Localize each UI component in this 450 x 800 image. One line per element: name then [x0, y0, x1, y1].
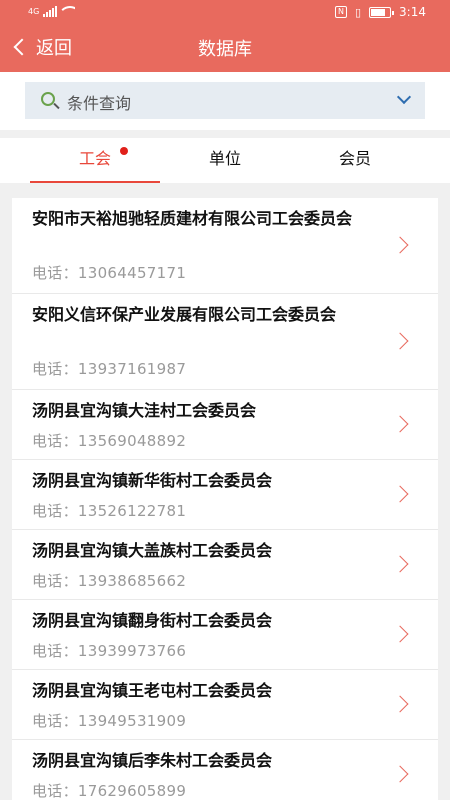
nfc-icon: N	[334, 6, 347, 18]
battery-icon	[369, 6, 395, 18]
tab-unit[interactable]: 单位	[160, 138, 290, 183]
list-item[interactable]: 汤阴县宜沟镇新华街村工会委员会 电话：13526122781	[12, 460, 438, 530]
phone-number: 13937161987	[77, 360, 187, 378]
search-section: 条件查询	[0, 72, 450, 130]
item-phone: 电话：13526122781	[32, 500, 186, 521]
item-name: 汤阴县宜沟镇翻身街村工会委员会	[32, 611, 273, 630]
page-title: 数据库	[198, 39, 252, 60]
item-phone: 电话：13937161987	[32, 358, 186, 379]
search-icon	[41, 92, 55, 106]
wifi-icon	[61, 6, 76, 17]
item-phone: 电话：13064457171	[32, 262, 186, 283]
phone-prefix: 电话：	[32, 572, 78, 590]
union-list: 安阳市天裕旭驰轻质建材有限公司工会委员会 电话：13064457171 安阳义信…	[12, 198, 438, 800]
list-item[interactable]: 汤阴县宜沟镇后李朱村工会委员会 电话：17629605899	[12, 740, 438, 800]
chevron-right-icon	[391, 415, 409, 433]
item-name: 安阳市天裕旭驰轻质建材有限公司工会委员会	[32, 209, 353, 228]
chevron-right-icon	[391, 332, 409, 350]
vibrate-icon: ▯	[354, 5, 362, 19]
list-item[interactable]: 汤阴县宜沟镇大盖族村工会委员会 电话：13938685662	[12, 530, 438, 600]
signal-label: 4G	[28, 7, 40, 16]
phone-number: 17629605899	[77, 782, 187, 800]
status-bar: 4G N ▯ 3:14	[0, 0, 450, 26]
chevron-right-icon	[391, 765, 409, 783]
phone-number: 13526122781	[77, 502, 187, 520]
list-item[interactable]: 安阳市天裕旭驰轻质建材有限公司工会委员会 电话：13064457171	[12, 198, 438, 294]
item-phone: 电话：13939973766	[32, 640, 186, 661]
chevron-right-icon	[391, 236, 409, 254]
item-name: 安阳义信环保产业发展有限公司工会委员会	[32, 305, 337, 324]
item-name: 汤阴县宜沟镇后李朱村工会委员会	[32, 751, 273, 770]
app-header: 4G N ▯ 3:14 返回 数据库	[0, 0, 450, 72]
status-time: 3:14	[399, 5, 426, 19]
tab-union-label: 工会	[78, 149, 111, 168]
chevron-down-icon[interactable]	[396, 89, 412, 105]
phone-number: 13569048892	[77, 432, 187, 450]
phone-prefix: 电话：	[32, 360, 78, 378]
signal-icon	[43, 6, 58, 17]
tab-member[interactable]: 会员	[290, 138, 420, 183]
phone-prefix: 电话：	[32, 502, 78, 520]
phone-number: 13938685662	[77, 572, 187, 590]
chevron-right-icon	[391, 695, 409, 713]
list-item[interactable]: 汤阴县宜沟镇翻身街村工会委员会 电话：13939973766	[12, 600, 438, 670]
item-name: 汤阴县宜沟镇大盖族村工会委员会	[32, 541, 273, 560]
phone-prefix: 电话：	[32, 712, 78, 730]
item-phone: 电话：13949531909	[32, 710, 186, 731]
phone-prefix: 电话：	[32, 432, 78, 450]
tab-unit-label: 单位	[208, 149, 241, 168]
item-name: 汤阴县宜沟镇大洼村工会委员会	[32, 401, 257, 420]
item-phone: 电话：17629605899	[32, 780, 186, 800]
item-name: 汤阴县宜沟镇王老屯村工会委员会	[32, 681, 273, 700]
item-phone: 电话：13569048892	[32, 430, 186, 451]
chevron-right-icon	[391, 555, 409, 573]
list-item[interactable]: 汤阴县宜沟镇大洼村工会委员会 电话：13569048892	[12, 390, 438, 460]
notification-dot	[120, 147, 128, 155]
status-right: N ▯ 3:14	[334, 5, 426, 19]
chevron-right-icon	[391, 625, 409, 643]
status-left: 4G	[28, 6, 76, 17]
tab-union[interactable]: 工会	[30, 138, 160, 183]
phone-number: 13939973766	[77, 642, 187, 660]
search-placeholder: 条件查询	[67, 94, 132, 113]
condition-search-dropdown[interactable]: 条件查询	[25, 82, 425, 119]
chevron-right-icon	[391, 485, 409, 503]
item-phone: 电话：13938685662	[32, 570, 186, 591]
phone-prefix: 电话：	[32, 642, 78, 660]
phone-number: 13064457171	[77, 264, 187, 282]
title-bar: 返回 数据库	[0, 26, 450, 72]
phone-number: 13949531909	[77, 712, 187, 730]
list-item[interactable]: 汤阴县宜沟镇王老屯村工会委员会 电话：13949531909	[12, 670, 438, 740]
phone-prefix: 电话：	[32, 264, 78, 282]
tab-member-label: 会员	[338, 149, 371, 168]
item-name: 汤阴县宜沟镇新华街村工会委员会	[32, 471, 273, 490]
tab-bar: 工会 单位 会员	[0, 138, 450, 183]
list-item[interactable]: 安阳义信环保产业发展有限公司工会委员会 电话：13937161987	[12, 294, 438, 390]
phone-prefix: 电话：	[32, 782, 78, 800]
